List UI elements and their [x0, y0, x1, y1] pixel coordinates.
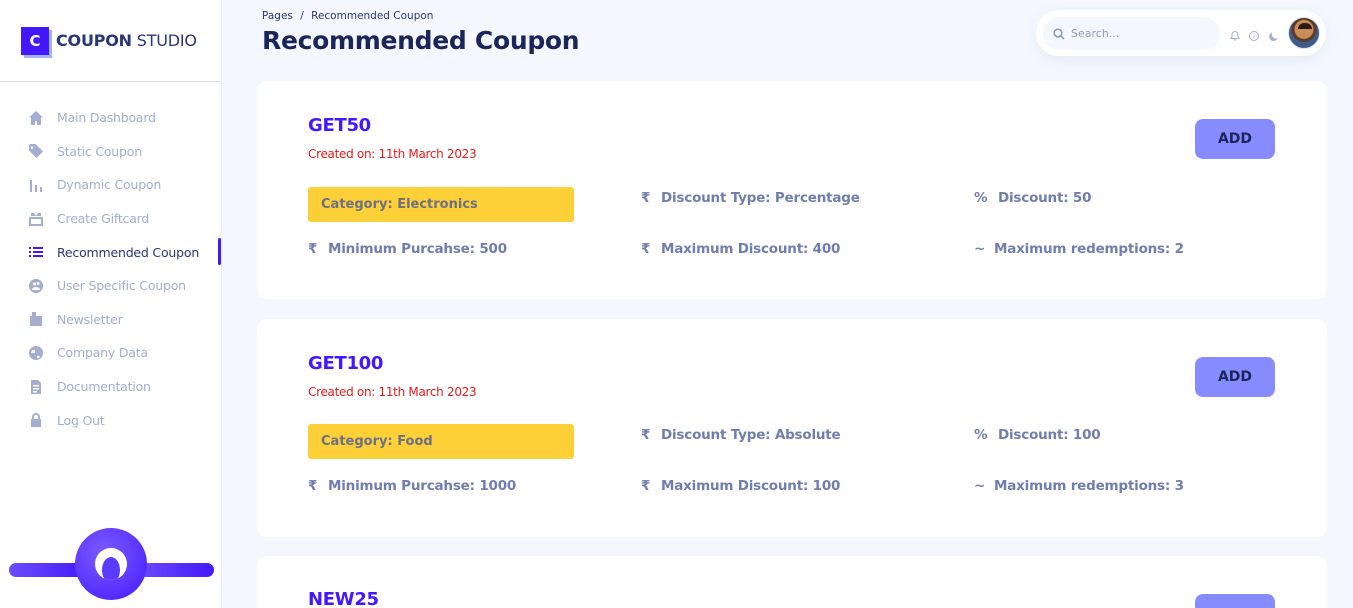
coupon-card: NEW25 [257, 556, 1327, 608]
promo-bar-right [139, 563, 214, 577]
discount-field: % Discount: 50 [974, 190, 1092, 206]
sidebar-item-label: Recommended Coupon [57, 244, 200, 260]
rupee-icon: ₹ [641, 190, 651, 206]
sidebar-item-label: Main Dashboard [57, 110, 156, 126]
sidebar-item-label: Dynamic Coupon [57, 177, 162, 193]
sidebar: C COUPON STUDIO Main Dashboard Static Co… [0, 0, 222, 608]
sidebar-nav: Main Dashboard Static Coupon Dynamic Cou… [0, 82, 221, 437]
tilde-icon: ~ [974, 478, 986, 494]
sidebar-item-main-dashboard[interactable]: Main Dashboard [0, 101, 221, 135]
brand-name-rest: STUDIO [131, 31, 197, 50]
add-coupon-button[interactable]: ADD [1195, 357, 1275, 397]
breadcrumb-current: Recommended Coupon [311, 10, 434, 22]
user-globe-icon [27, 277, 45, 295]
home-icon [27, 109, 45, 127]
rupee-icon: ₹ [308, 478, 318, 494]
coupon-created-date: Created on: 11th March 2023 [308, 147, 477, 161]
coupon-created-date: Created on: 11th March 2023 [308, 385, 477, 399]
brand-name-bold: COUPON [56, 31, 132, 50]
sidebar-item-company-data[interactable]: Company Data [0, 336, 221, 370]
min-purchase-field: ₹ Minimum Purcahse: 500 [308, 241, 507, 257]
document-icon [27, 378, 45, 396]
info-icon[interactable] [1248, 27, 1260, 41]
coupon-category-badge: Category: Electronics [308, 187, 574, 222]
search-icon [1053, 27, 1065, 40]
sidebar-item-log-out[interactable]: Log Out [0, 403, 221, 437]
sidebar-item-label: Static Coupon [57, 143, 142, 159]
promo-circle [75, 528, 147, 600]
min-purchase-text: Minimum Purcahse: 500 [328, 241, 507, 257]
discount-text: Discount: 100 [998, 427, 1101, 443]
sidebar-promo-widget[interactable] [9, 528, 214, 600]
discount-type-field: ₹ Discount Type: Absolute [641, 427, 841, 443]
globe-icon [27, 344, 45, 362]
search-box[interactable] [1043, 17, 1220, 50]
sidebar-item-recommended-coupon[interactable]: Recommended Coupon [0, 235, 221, 269]
moon-icon[interactable] [1268, 27, 1280, 41]
newsletter-icon [27, 310, 45, 328]
coupon-card: GET50 Created on: 11th March 2023 ADD Ca… [257, 81, 1327, 299]
breadcrumb: Pages / Recommended Coupon [262, 10, 433, 22]
max-redemptions-field: ~ Maximum redemptions: 3 [974, 478, 1184, 494]
max-redemptions-text: Maximum redemptions: 2 [994, 241, 1184, 257]
add-coupon-button[interactable]: ADD [1195, 119, 1275, 159]
brand-logo[interactable]: C COUPON STUDIO [0, 0, 221, 82]
page-title: Recommended Coupon [262, 26, 580, 55]
min-purchase-text: Minimum Purcahse: 1000 [328, 478, 517, 494]
list-icon [27, 243, 45, 261]
max-redemptions-text: Maximum redemptions: 3 [994, 478, 1184, 494]
sidebar-item-user-specific-coupon[interactable]: User Specific Coupon [0, 269, 221, 303]
breadcrumb-separator: / [300, 10, 304, 22]
brand-name: COUPON STUDIO [56, 31, 197, 50]
coupon-code: GET50 [308, 115, 371, 136]
rupee-icon: ₹ [641, 241, 651, 257]
sidebar-item-label: User Specific Coupon [57, 278, 186, 294]
max-redemptions-field: ~ Maximum redemptions: 2 [974, 241, 1184, 257]
breadcrumb-root[interactable]: Pages [262, 10, 293, 22]
lock-icon [27, 411, 45, 429]
discount-type-field: ₹ Discount Type: Percentage [641, 190, 860, 206]
sidebar-item-label: Log Out [57, 412, 105, 428]
discount-type-text: Discount Type: Percentage [661, 190, 860, 206]
max-discount-text: Maximum Discount: 400 [661, 241, 841, 257]
sidebar-item-label: Newsletter [57, 311, 123, 327]
max-discount-field: ₹ Maximum Discount: 100 [641, 478, 840, 494]
coupon-code: GET100 [308, 353, 384, 374]
coupon-code: NEW25 [308, 589, 379, 608]
discount-type-text: Discount Type: Absolute [661, 427, 841, 443]
top-navbar [1036, 10, 1326, 56]
sidebar-item-static-coupon[interactable]: Static Coupon [0, 135, 221, 169]
coupon-card: GET100 Created on: 11th March 2023 ADD C… [257, 319, 1327, 537]
gift-card-icon [27, 210, 45, 228]
rupee-icon: ₹ [641, 427, 651, 443]
coupon-category-badge: Category: Food [308, 424, 574, 459]
min-purchase-field: ₹ Minimum Purcahse: 1000 [308, 478, 516, 494]
tag-icon [27, 142, 45, 160]
discount-field: % Discount: 100 [974, 427, 1101, 443]
sidebar-item-create-giftcard[interactable]: Create Giftcard [0, 202, 221, 236]
percent-icon: % [974, 427, 988, 443]
promo-logo-icon [95, 548, 127, 580]
sidebar-item-label: Company Data [57, 345, 148, 361]
sidebar-item-dynamic-coupon[interactable]: Dynamic Coupon [0, 168, 221, 202]
bell-icon[interactable] [1229, 27, 1241, 41]
max-discount-field: ₹ Maximum Discount: 400 [641, 241, 840, 257]
sidebar-item-label: Documentation [57, 379, 151, 395]
avatar[interactable] [1288, 17, 1320, 49]
search-input[interactable] [1071, 27, 1211, 40]
bar-chart-icon [27, 176, 45, 194]
discount-text: Discount: 50 [998, 190, 1092, 206]
rupee-icon: ₹ [308, 241, 318, 257]
rupee-icon: ₹ [641, 478, 651, 494]
sidebar-item-newsletter[interactable]: Newsletter [0, 303, 221, 337]
sidebar-item-documentation[interactable]: Documentation [0, 370, 221, 404]
logo-mark: C [21, 26, 49, 55]
tilde-icon: ~ [974, 241, 986, 257]
sidebar-item-label: Create Giftcard [57, 211, 150, 227]
percent-icon: % [974, 190, 988, 206]
max-discount-text: Maximum Discount: 100 [661, 478, 841, 494]
add-coupon-button[interactable] [1195, 594, 1275, 608]
